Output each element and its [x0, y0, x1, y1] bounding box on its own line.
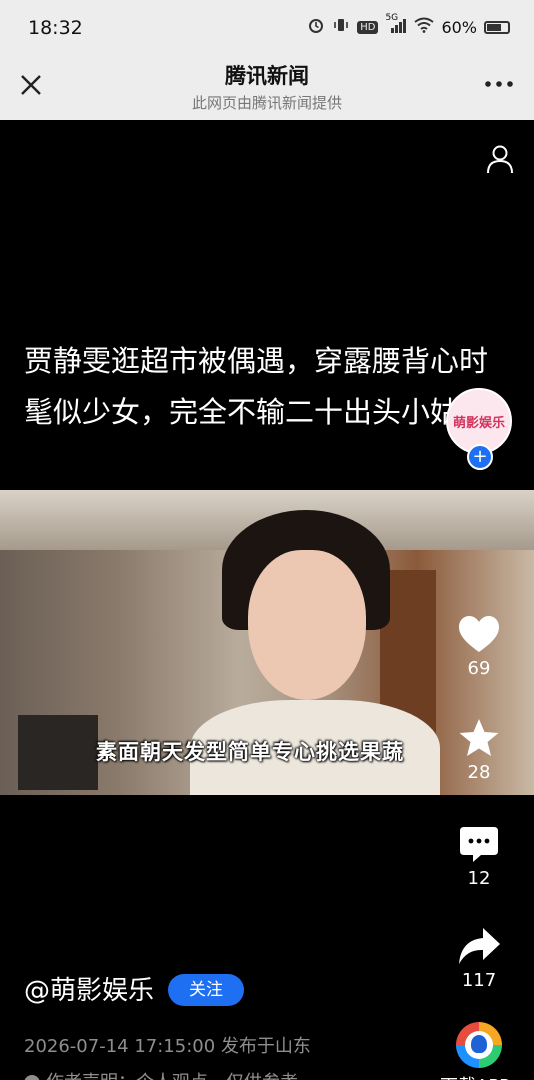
video-frame-person-face	[248, 550, 366, 700]
comment-count: 12	[467, 868, 491, 889]
battery-icon	[484, 20, 510, 34]
disclaimer-text: 作者声明：个人观点，仅供参考	[46, 1072, 298, 1080]
share-button[interactable]: 117	[449, 926, 509, 991]
author-disclaimer: 作者声明：个人观点，仅供参考	[24, 1068, 298, 1080]
browser-header: 腾讯新闻 此网页由腾讯新闻提供	[0, 58, 534, 120]
profile-button[interactable]	[486, 144, 514, 174]
share-arrow-icon	[459, 928, 500, 964]
heart-icon	[459, 616, 499, 652]
like-button[interactable]: 69	[449, 614, 509, 679]
comment-button[interactable]: 12	[449, 826, 509, 889]
hd-icon: HD	[357, 20, 379, 34]
status-time: 18:32	[28, 17, 83, 39]
wifi-icon	[414, 17, 435, 37]
more-dots-icon	[485, 81, 513, 87]
user-icon	[487, 145, 513, 174]
alarm-icon	[307, 16, 325, 38]
follow-button[interactable]: 关注	[168, 974, 244, 1006]
comment-icon	[460, 827, 498, 862]
page-provider: 此网页由腾讯新闻提供	[191, 94, 342, 112]
avatar-follow-button[interactable]: +	[467, 444, 493, 470]
app-logo-mark	[471, 1035, 487, 1053]
battery-percent: 60%	[441, 17, 477, 37]
tencent-news-app-logo[interactable]	[456, 1022, 502, 1068]
info-icon	[24, 1075, 40, 1080]
vibrate-icon	[332, 16, 350, 38]
network-type: 5G	[385, 13, 399, 23]
author-name[interactable]: @萌影娱乐	[24, 970, 154, 1007]
page-title: 腾讯新闻	[225, 64, 309, 88]
favorite-count: 28	[467, 762, 491, 783]
share-count: 117	[461, 970, 497, 991]
favorite-button[interactable]: 28	[449, 718, 509, 783]
more-button[interactable]	[484, 74, 514, 94]
video-frame-shelf	[18, 715, 98, 790]
status-bar: 18:32 HD 5G 60%	[0, 0, 534, 58]
video-title: 贾静雯逛超市被偶遇，穿露腰背心时髦似少女，完全不输二十出头小姑娘	[24, 344, 489, 429]
star-icon	[459, 719, 499, 756]
like-count: 69	[467, 658, 491, 679]
video-subtitle: 素面朝天发型简单专心挑选果蔬	[96, 740, 404, 764]
download-app-link[interactable]: 下载APP	[440, 1072, 510, 1080]
publish-info: 2026-07-14 17:15:00 发布于山东	[24, 1036, 311, 1057]
signal-icon: 5G	[385, 13, 407, 38]
avatar-logo-text: 萌影娱乐	[452, 416, 505, 431]
status-icons: HD 5G 60%	[307, 13, 510, 38]
